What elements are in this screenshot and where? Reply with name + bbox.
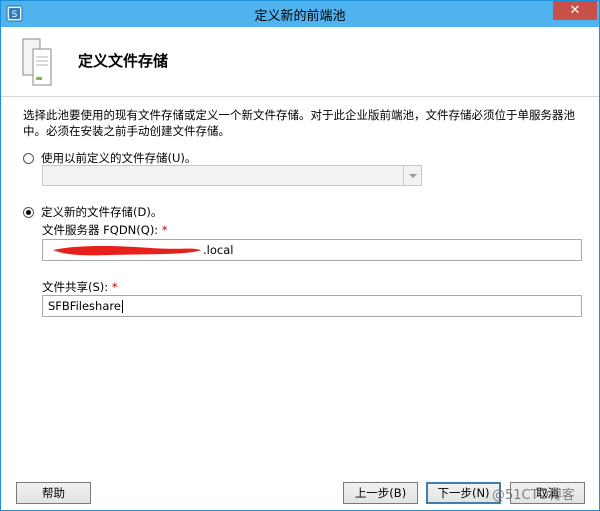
close-icon: ✕ (569, 3, 581, 18)
cancel-button-label: 取消 (536, 486, 559, 500)
radio-use-existing-indicator[interactable] (23, 152, 34, 164)
file-store-icon (22, 38, 52, 86)
share-label: 文件共享(S): * (42, 279, 118, 295)
title-bar[interactable]: S 定义新的前端池 ✕ (1, 1, 599, 27)
text-caret (121, 300, 123, 313)
fqdn-label-text: 文件服务器 FQDN(Q): (42, 223, 159, 237)
page-title: 定义文件存储 (78, 52, 169, 70)
share-value: SFBFileshare (48, 299, 121, 313)
redaction-mark (53, 246, 201, 256)
close-button[interactable]: ✕ (553, 1, 597, 20)
cancel-button[interactable]: 取消 (510, 482, 585, 504)
help-button-label: 帮助 (42, 486, 65, 500)
existing-store-combo[interactable] (42, 165, 422, 186)
fqdn-input[interactable]: .local (42, 239, 582, 261)
radio-define-new[interactable]: 定义新的文件存储(D)。 (23, 204, 162, 220)
share-label-text: 文件共享(S): (42, 280, 109, 294)
chevron-down-icon[interactable] (403, 166, 421, 185)
description-text: 选择此池要使用的现有文件存储或定义一个新文件存储。对于此企业版前端池，文件存储必… (23, 108, 575, 138)
radio-define-new-label: 定义新的文件存储(D)。 (41, 205, 163, 219)
radio-use-existing-label: 使用以前定义的文件存储(U)。 (41, 151, 197, 165)
radio-use-existing[interactable]: 使用以前定义的文件存储(U)。 (23, 150, 196, 166)
radio-define-new-indicator[interactable] (23, 206, 34, 218)
next-button[interactable]: 下一步(N) (426, 482, 501, 504)
back-button-label: 上一步(B) (354, 486, 407, 500)
help-button[interactable]: 帮助 (16, 482, 91, 504)
header-divider (1, 96, 599, 97)
fqdn-required-mark: * (161, 223, 168, 237)
fqdn-value-suffix: .local (203, 243, 234, 257)
back-button[interactable]: 上一步(B) (343, 482, 418, 504)
share-required-mark: * (111, 280, 118, 294)
next-button-label: 下一步(N) (437, 486, 490, 500)
fqdn-label: 文件服务器 FQDN(Q): * (42, 222, 168, 238)
dialog-window: S 定义新的前端池 ✕ 定义文件存储 选择此池要使用的现有文件存储或定义一个新文… (0, 0, 600, 511)
share-input[interactable]: SFBFileshare (42, 295, 582, 317)
window-title: 定义新的前端池 (254, 9, 346, 24)
